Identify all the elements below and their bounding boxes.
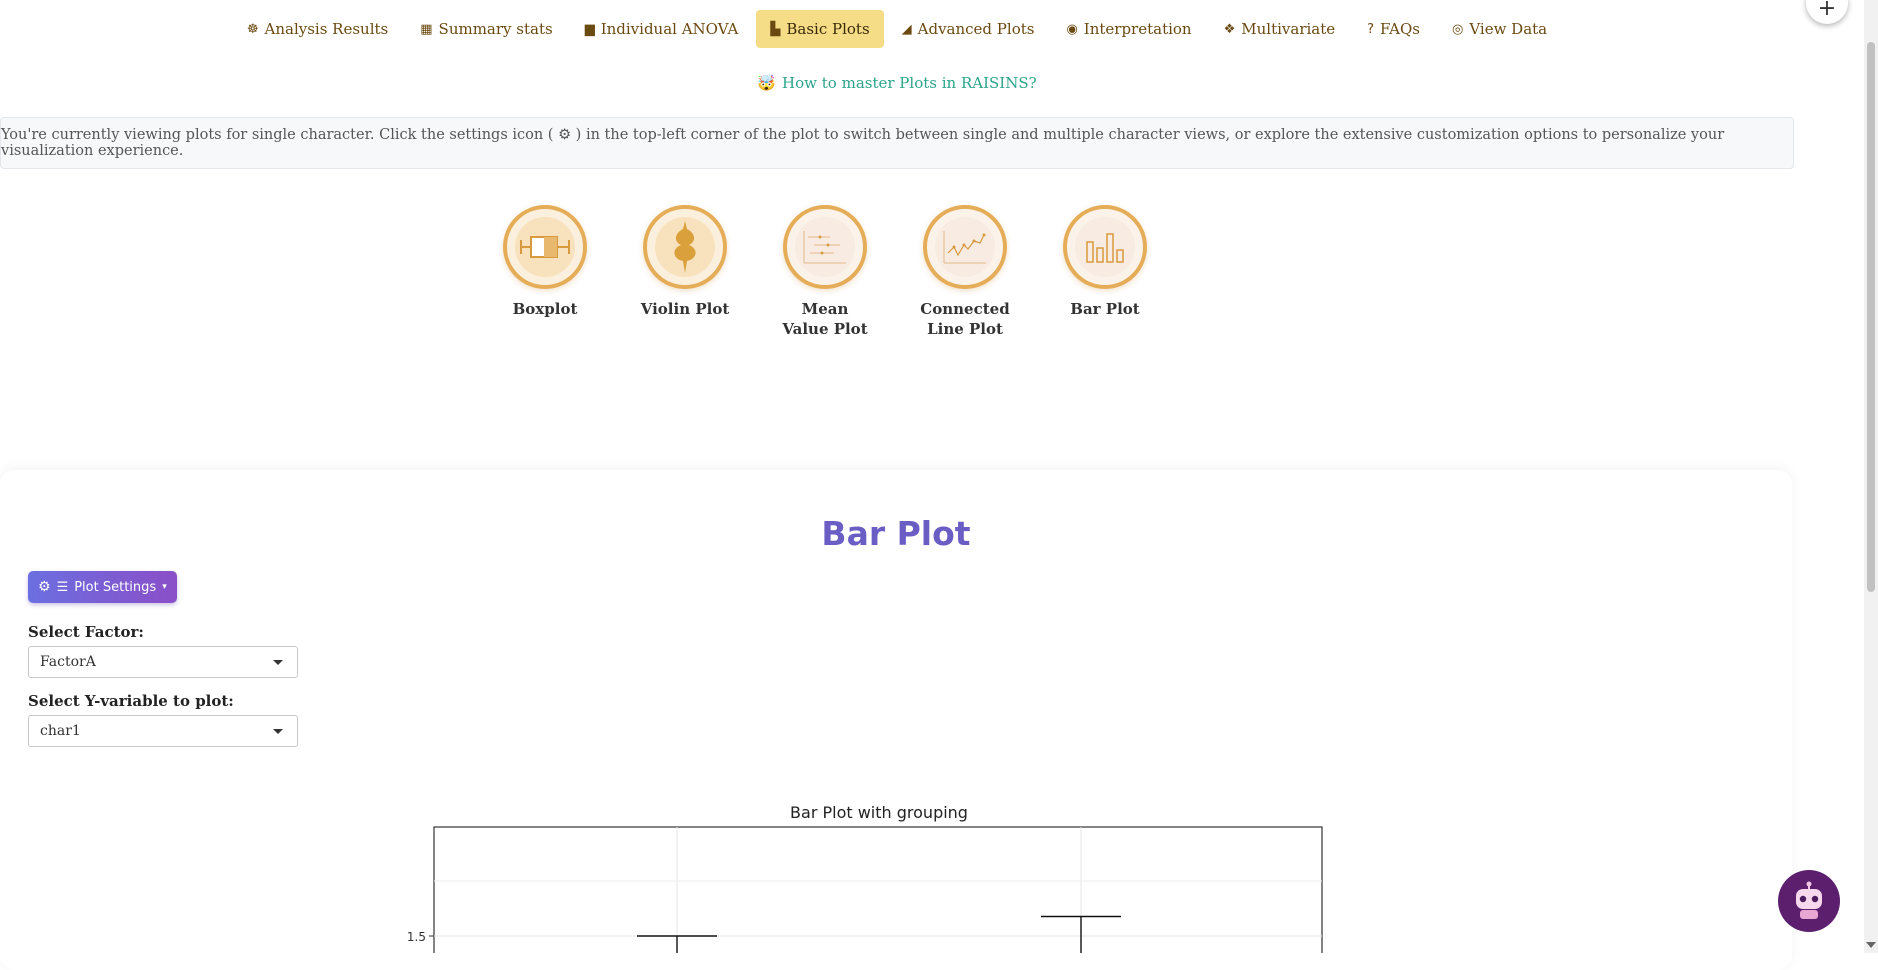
tab-advanced-plots[interactable]: ◢ Advanced Plots bbox=[888, 10, 1049, 48]
plot-type-inner bbox=[795, 217, 855, 277]
plot-type-inner bbox=[935, 217, 995, 277]
robot-icon bbox=[1796, 881, 1822, 919]
tab-label: Multivariate bbox=[1241, 20, 1336, 38]
chart-bar-icon: ▙ bbox=[770, 21, 781, 37]
table-icon: ▦ bbox=[420, 21, 433, 37]
factor-select-value: FactorA bbox=[40, 654, 96, 670]
plot-type-inner bbox=[655, 217, 715, 277]
yvar-label: Select Y-variable to plot: bbox=[28, 692, 234, 710]
plot-type-boxplot[interactable]: Boxplot bbox=[500, 205, 590, 339]
plot-type-label: Boxplot bbox=[512, 300, 578, 318]
help-link-label: How to master Plots in RAISINS? bbox=[782, 74, 1037, 92]
plot-type-circle bbox=[503, 205, 587, 289]
tab-summary-stats[interactable]: ▦ Summary stats bbox=[406, 10, 566, 48]
calendar-icon: ▆ bbox=[584, 21, 595, 37]
tab-label: Advanced Plots bbox=[917, 20, 1035, 38]
mean-value-plot-icon bbox=[803, 231, 846, 264]
plot-type-label: Bar Plot bbox=[1070, 300, 1140, 318]
plot-type-circle bbox=[1063, 205, 1147, 289]
violin-plot-icon bbox=[674, 221, 696, 273]
help-link[interactable]: 🤯 How to master Plots in RAISINS? bbox=[0, 74, 1794, 92]
cubes-icon: ❖ bbox=[1223, 21, 1236, 37]
plot-type-violin[interactable]: Violin Plot bbox=[640, 205, 730, 339]
gear-icon: ⚙ bbox=[38, 579, 51, 595]
tab-label: Analysis Results bbox=[264, 20, 389, 38]
tab-view-data[interactable]: ◎ View Data bbox=[1438, 10, 1561, 48]
scroll-down-icon[interactable] bbox=[1866, 942, 1876, 948]
tab-label: Interpretation bbox=[1083, 20, 1192, 38]
sliders-icon: ☰ bbox=[56, 579, 69, 595]
question-icon: ? bbox=[1367, 21, 1375, 37]
y-tick-label: 1.5 bbox=[407, 930, 426, 944]
chart-area-icon: ◢ bbox=[901, 21, 912, 37]
chevron-down-icon bbox=[273, 660, 283, 665]
caret-down-icon: ▾ bbox=[162, 582, 167, 592]
add-button[interactable]: + bbox=[1806, 0, 1848, 24]
scrollbar-thumb[interactable] bbox=[1867, 42, 1875, 592]
connected-line-plot-icon bbox=[943, 231, 986, 264]
compass-icon: ◉ bbox=[1066, 21, 1078, 37]
eye-icon: ◎ bbox=[1451, 21, 1464, 37]
factor-label: Select Factor: bbox=[28, 623, 144, 641]
tab-label: Summary stats bbox=[438, 20, 553, 38]
tab-label: Individual ANOVA bbox=[600, 20, 739, 38]
boxplot-icon bbox=[520, 236, 570, 258]
plot-settings-label: Plot Settings bbox=[74, 579, 157, 595]
main-nav: ☸ Analysis Results ▦ Summary stats ▆ Individu… bbox=[0, 10, 1794, 48]
emoji-icon: 🤯 bbox=[757, 74, 777, 92]
bar-chart: 1.5 bbox=[407, 826, 1323, 953]
plot-type-mean-value[interactable]: Mean Value Plot bbox=[780, 205, 870, 339]
tab-faqs[interactable]: ? FAQs bbox=[1353, 10, 1434, 48]
tab-interpretation[interactable]: ◉ Interpretation bbox=[1052, 10, 1205, 48]
tab-individual-anova[interactable]: ▆ Individual ANOVA bbox=[571, 10, 753, 48]
plot-type-selector: Boxplot Violin Plot Mean Value Plot Conn… bbox=[500, 205, 1150, 339]
plot-type-label: Mean Value Plot bbox=[782, 300, 868, 338]
bar-plot-icon bbox=[1086, 233, 1124, 263]
yvar-select[interactable]: char1 bbox=[28, 715, 298, 747]
tab-label: Basic Plots bbox=[786, 20, 870, 38]
plot-type-label: Connected Line Plot bbox=[920, 300, 1010, 338]
factor-select[interactable]: FactorA bbox=[28, 646, 298, 678]
tab-label: View Data bbox=[1469, 20, 1548, 38]
page-scrollbar[interactable] bbox=[1864, 0, 1878, 953]
tab-label: FAQs bbox=[1380, 20, 1420, 38]
tab-basic-plots[interactable]: ▙ Basic Plots bbox=[756, 10, 884, 48]
plot-type-circle bbox=[643, 205, 727, 289]
plot-settings-button[interactable]: ⚙ ☰ Plot Settings ▾ bbox=[28, 571, 177, 603]
plot-type-inner bbox=[515, 217, 575, 277]
brain-icon: ☸ bbox=[246, 21, 259, 37]
plot-type-circle bbox=[783, 205, 867, 289]
info-banner-text: You're currently viewing plots for singl… bbox=[1, 127, 1725, 159]
info-banner: You're currently viewing plots for singl… bbox=[0, 117, 1794, 169]
chatbot-button[interactable] bbox=[1778, 870, 1840, 932]
plot-type-inner bbox=[1075, 217, 1135, 277]
plot-type-label: Violin Plot bbox=[640, 300, 730, 318]
plot-type-connected-line[interactable]: Connected Line Plot bbox=[920, 205, 1010, 339]
plot-card-title: Bar Plot bbox=[821, 514, 971, 553]
tab-multivariate[interactable]: ❖ Multivariate bbox=[1210, 10, 1350, 48]
plot-type-circle bbox=[923, 205, 1007, 289]
chevron-down-icon bbox=[273, 729, 283, 734]
yvar-select-value: char1 bbox=[40, 723, 81, 739]
plot-area bbox=[433, 826, 1323, 953]
plot-type-bar[interactable]: Bar Plot bbox=[1060, 205, 1150, 339]
tab-analysis-results[interactable]: ☸ Analysis Results bbox=[233, 10, 402, 48]
